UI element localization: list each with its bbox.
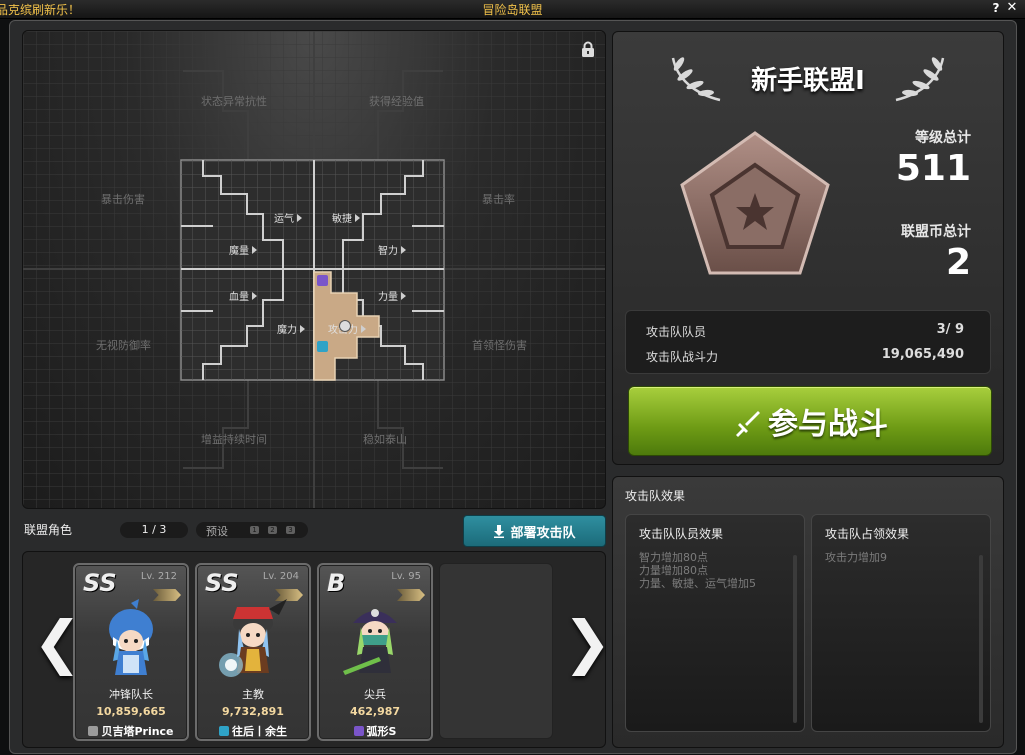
title-bar[interactable]: 品克缤刷新乐！ 冒险岛联盟 ? ✕: [0, 0, 1025, 19]
inner-label-mp: 魔量: [229, 242, 257, 257]
placed-xenon-marker[interactable]: [317, 275, 328, 286]
help-button[interactable]: ?: [989, 1, 1003, 15]
member-effect-line: 力量、敏捷、运气增加5: [639, 577, 756, 590]
preset-slot-2[interactable]: 2: [268, 526, 277, 534]
card-level: Lv. 204: [262, 571, 299, 582]
occupy-effects-box[interactable]: 攻击队占领效果 攻击力增加9: [811, 514, 991, 732]
roster-page-indicator: 1 / 3: [120, 522, 188, 538]
inner-label-hp: 血量: [229, 288, 257, 303]
card-name-text: 弧形S: [366, 725, 397, 738]
inner-label-magic-att: 魔力: [277, 321, 305, 336]
empty-character-slot[interactable]: [439, 563, 553, 739]
card-level: Lv. 212: [140, 571, 177, 582]
zone-label-crit-damage: 暴击伤害: [101, 193, 145, 206]
card-power: 9,732,891: [222, 705, 284, 718]
crew-count-label: 攻击队队员: [646, 325, 707, 339]
card-name-text: 贝吉塔Prince: [101, 725, 174, 738]
preset-label: 预设: [206, 525, 228, 538]
character-avatar-xenon: [343, 609, 397, 675]
zone-label-status-resist: 状态异常抗性: [201, 95, 267, 108]
union-grade-title: 新手联盟Ⅰ: [751, 66, 865, 96]
member-effect-line: 智力增加80点: [639, 551, 708, 564]
download-arrow-icon: [494, 525, 505, 538]
card-name: 弧形S: [319, 723, 431, 739]
coin-total-label: 联盟币总计: [901, 224, 971, 240]
xenon-class-icon: [353, 726, 364, 736]
board-grid: [23, 31, 605, 508]
zone-label-stance: 稳如泰山: [363, 433, 407, 446]
preset-slot-1[interactable]: 1: [250, 526, 259, 534]
sword-icon: [736, 411, 760, 437]
crew-effects-panel: 攻击队效果 攻击队队员效果 智力增加80点 力量增加80点 力量、敏捷、运气增加…: [612, 476, 1004, 748]
crew-power-label: 攻击队战斗力: [646, 350, 719, 364]
card-job: 尖兵: [364, 688, 386, 701]
card-power: 462,987: [349, 705, 401, 718]
roster-title: 联盟角色: [24, 523, 73, 537]
next-page-arrow-icon[interactable]: ❯: [563, 608, 612, 676]
crew-count-value: 3/ 9: [936, 322, 964, 337]
character-roster: ❮ ❯ SS Lv. 212 冲锋队长 10,859,665 贝吉塔Prince…: [22, 551, 612, 748]
card-name: 贝吉塔Prince: [75, 723, 187, 739]
roster-toolbar: 联盟角色 1 / 3 预设 1 2 3 部署攻击队: [22, 515, 606, 547]
preset-slot-3[interactable]: 3: [286, 526, 295, 534]
join-battle-button[interactable]: 参与战斗: [628, 386, 992, 456]
placed-mage-marker[interactable]: [317, 341, 328, 352]
lock-icon[interactable]: [581, 41, 595, 57]
card-job: 主教: [242, 688, 264, 701]
character-card[interactable]: B Lv. 95 尖兵 462,987 弧形S: [317, 563, 433, 741]
inner-label-int: 智力: [378, 242, 406, 257]
close-button[interactable]: ✕: [1005, 1, 1019, 15]
deploy-crew-label: 部署攻击队: [510, 526, 576, 541]
union-rank-pentagon-icon: [680, 131, 830, 275]
inner-label-str: 力量: [378, 288, 406, 303]
card-name: 往后丨余生: [197, 723, 309, 739]
member-effect-line: 力量增加80点: [639, 564, 708, 577]
join-battle-label: 参与战斗: [768, 407, 888, 442]
union-board[interactable]: 状态异常抗性 获得经验值 暴击伤害 暴击率 无视防御率 首领怪伤害 增益持续时间…: [22, 30, 606, 509]
preset-selector[interactable]: 预设 1 2 3: [196, 522, 308, 538]
coin-total-value: 2: [945, 242, 971, 283]
level-total-value: 511: [895, 148, 971, 189]
member-effects-scrollbar[interactable]: [793, 555, 797, 723]
card-power: 10,859,665: [96, 705, 166, 718]
card-name-text: 往后丨余生: [232, 725, 287, 738]
placed-pirate-marker[interactable]: [339, 320, 351, 332]
crew-power-value: 19,065,490: [881, 347, 964, 362]
zone-label-ignore-def: 无视防御率: [96, 339, 151, 352]
character-card[interactable]: SS Lv. 212 冲锋队长 10,859,665 贝吉塔Prince: [73, 563, 189, 741]
occupy-effect-line: 攻击力增加9: [825, 551, 887, 564]
window-title: 冒险岛联盟: [482, 3, 543, 17]
character-card[interactable]: SS Lv. 204 主教 9,732,891 往后丨余生: [195, 563, 311, 741]
inner-label-luk: 运气: [274, 210, 302, 225]
union-info-panel: 新手联盟Ⅰ 等级总计 511 联盟币总计 2 攻击队队员 3/ 9 攻击队战斗力…: [612, 31, 1004, 465]
zone-label-exp: 获得经验值: [369, 95, 424, 108]
inner-label-dex: 敏捷: [332, 210, 360, 225]
zone-label-crit-rate: 暴击率: [482, 193, 515, 206]
member-effects-title: 攻击队队员效果: [639, 527, 724, 541]
character-avatar-bishop: [219, 599, 287, 677]
card-rank: B: [327, 569, 346, 597]
card-job: 冲锋队长: [109, 688, 153, 701]
zone-label-boss-damage: 首领怪伤害: [472, 339, 527, 352]
effects-header: 攻击队效果: [625, 489, 686, 503]
deploy-crew-button[interactable]: 部署攻击队: [463, 515, 606, 547]
member-effects-box[interactable]: 攻击队队员效果 智力增加80点 力量增加80点 力量、敏捷、运气增加5: [625, 514, 805, 732]
mage-class-icon: [219, 726, 229, 736]
zone-label-buff-duration: 增益持续时间: [201, 433, 267, 446]
pirate-class-icon: [88, 726, 99, 736]
occupy-effects-scrollbar[interactable]: [979, 555, 983, 723]
card-rank: SS: [83, 569, 117, 597]
character-avatar-shark-hood: [109, 599, 153, 675]
occupy-effects-title: 攻击队占领效果: [825, 527, 910, 541]
level-total-label: 等级总计: [915, 130, 971, 146]
card-level: Lv. 95: [391, 571, 421, 582]
crew-summary: 攻击队队员 3/ 9 攻击队战斗力 19,065,490: [625, 310, 991, 374]
card-rank: SS: [205, 569, 239, 597]
